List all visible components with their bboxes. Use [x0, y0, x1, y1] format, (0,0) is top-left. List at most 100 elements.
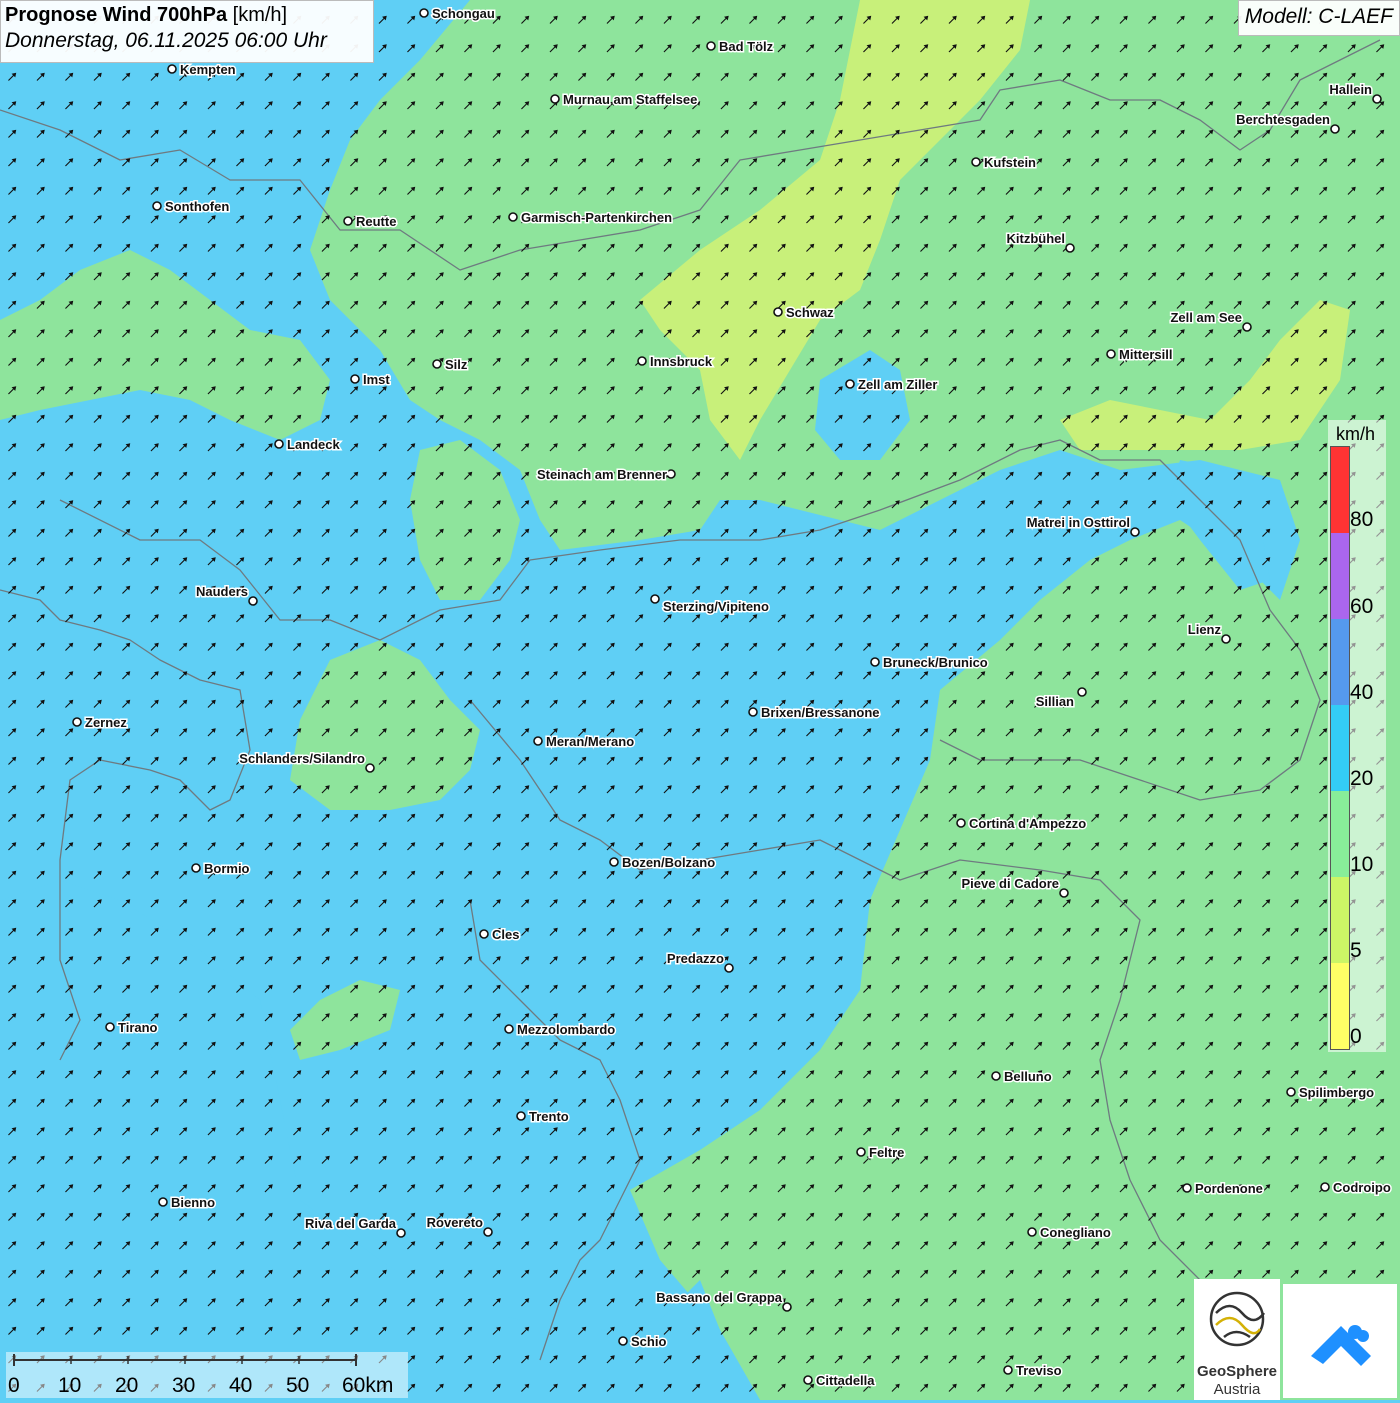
city-marker: [550, 94, 560, 104]
city-label: Codroipo: [1333, 1180, 1391, 1195]
city-marker: [365, 763, 375, 773]
city-marker: [856, 1147, 866, 1157]
city-marker: [1182, 1183, 1192, 1193]
city-label: Steinach am Brenner: [537, 467, 667, 482]
city-marker: [248, 596, 258, 606]
city-marker: [479, 929, 489, 939]
city-marker: [516, 1111, 526, 1121]
city-label: Innsbruck: [650, 354, 713, 369]
city-marker: [1106, 349, 1116, 359]
city-marker: [432, 359, 442, 369]
city-label: Mittersill: [1119, 347, 1172, 362]
city-label: Kufstein: [984, 155, 1036, 170]
legend-tick-60: 60: [1350, 595, 1374, 618]
city-label: Tirano: [118, 1020, 158, 1035]
wind-map: Schongau Kempten Bad Tölz Murnau am Staffel…: [0, 0, 1400, 1400]
legend-unit: km/h: [1336, 424, 1376, 444]
scale-label-30: 30: [172, 1374, 196, 1397]
legend-swatch-2: [1331, 619, 1349, 705]
city-marker: [1286, 1087, 1296, 1097]
city-label: Zell am Ziller: [858, 377, 937, 392]
city-marker: [483, 1227, 493, 1237]
scale-label-60km: 60km: [342, 1374, 394, 1397]
city-marker: [1320, 1182, 1330, 1192]
city-label: Schongau: [432, 6, 495, 21]
legend-swatch-0: [1331, 447, 1349, 533]
legend-swatch-4: [1331, 791, 1349, 877]
city-marker: [105, 1022, 115, 1032]
city-marker: [666, 469, 676, 479]
city-marker: [1065, 243, 1075, 253]
city-label: Meran/Merano: [546, 734, 634, 749]
forecast-time: Donnerstag, 06.11.2025 06:00 Uhr: [5, 29, 327, 52]
city-label: Silz: [445, 357, 468, 372]
legend-colorbar: [1330, 446, 1350, 1050]
city-marker: [396, 1228, 406, 1238]
city-label: Pordenone: [1195, 1181, 1263, 1196]
city-marker: [1330, 124, 1340, 134]
legend-swatch-1: [1331, 533, 1349, 619]
city-label: Rovereto: [427, 1215, 483, 1230]
city-marker: [803, 1375, 813, 1385]
city-marker: [650, 594, 660, 604]
city-label: Murnau am Staffelsee: [563, 92, 697, 107]
city-label: Trento: [529, 1109, 569, 1124]
geosphere-emblem-icon: [1209, 1291, 1266, 1347]
cloud-mountain-icon: [1311, 1325, 1371, 1366]
scale-bar: 0 10 20 30 40 50 60km: [6, 1352, 408, 1398]
city-label: Pieve di Cadore: [961, 876, 1059, 891]
city-marker: [350, 374, 360, 384]
city-marker: [956, 818, 966, 828]
city-label: Bienno: [171, 1195, 215, 1210]
city-marker: [533, 736, 543, 746]
legend-swatch-6: [1331, 963, 1349, 1049]
city-marker: [1372, 94, 1382, 104]
city-label: Berchtesgaden: [1236, 112, 1330, 127]
city-marker: [72, 717, 82, 727]
logo-line1: GeoSphere: [1196, 1363, 1278, 1380]
city-label: Riva del Garda: [305, 1216, 397, 1231]
city-label: Sonthofen: [165, 199, 229, 214]
city-label: Matrei in Osttirol: [1027, 515, 1130, 530]
city-label: Brixen/Bressanone: [761, 705, 880, 720]
city-label: Conegliano: [1040, 1225, 1111, 1240]
geosphere-logo: GeoSphere Austria: [1194, 1279, 1280, 1400]
city-marker: [508, 212, 518, 222]
logo-line2: Austria: [1213, 1381, 1261, 1398]
city-label: Bormio: [204, 861, 250, 876]
city-label: Zell am See: [1170, 310, 1242, 325]
title-box: Prognose Wind 700hPa [km/h] Donnerstag, …: [0, 0, 374, 63]
city-marker: [274, 439, 284, 449]
city-marker: [191, 863, 201, 873]
scale-label-20: 20: [115, 1374, 139, 1397]
city-label: Bassano del Grappa: [656, 1290, 782, 1305]
city-marker: [724, 963, 734, 973]
legend-swatch-5: [1331, 877, 1349, 963]
city-marker: [1027, 1227, 1037, 1237]
city-label: Kitzbühel: [1007, 231, 1066, 246]
city-label: Schio: [631, 1334, 666, 1349]
city-marker: [706, 41, 716, 51]
city-label: Spilimbergo: [1299, 1085, 1374, 1100]
city-label: Landeck: [287, 437, 341, 452]
city-label: Imst: [363, 372, 390, 387]
legend-tick-20: 20: [1350, 767, 1374, 790]
city-label: Cles: [492, 927, 519, 942]
city-marker: [158, 1197, 168, 1207]
weather-app-logo: [1283, 1284, 1397, 1398]
legend-tick-0: 0: [1350, 1025, 1362, 1048]
city-label: Reutte: [356, 214, 396, 229]
scale-label-0: 0: [8, 1374, 20, 1397]
city-marker: [748, 707, 758, 717]
scale-line: [13, 1354, 357, 1366]
scale-label-50: 50: [286, 1374, 310, 1397]
legend-tick-5: 5: [1350, 939, 1362, 962]
scale-label-40: 40: [229, 1374, 253, 1397]
city-label: Kempten: [180, 62, 236, 77]
city-marker: [991, 1071, 1001, 1081]
city-marker: [504, 1024, 514, 1034]
city-label: Bruneck/Brunico: [883, 655, 988, 670]
title-main: Prognose Wind 700hPa: [5, 4, 228, 26]
city-marker: [167, 64, 177, 74]
city-marker: [1130, 527, 1140, 537]
